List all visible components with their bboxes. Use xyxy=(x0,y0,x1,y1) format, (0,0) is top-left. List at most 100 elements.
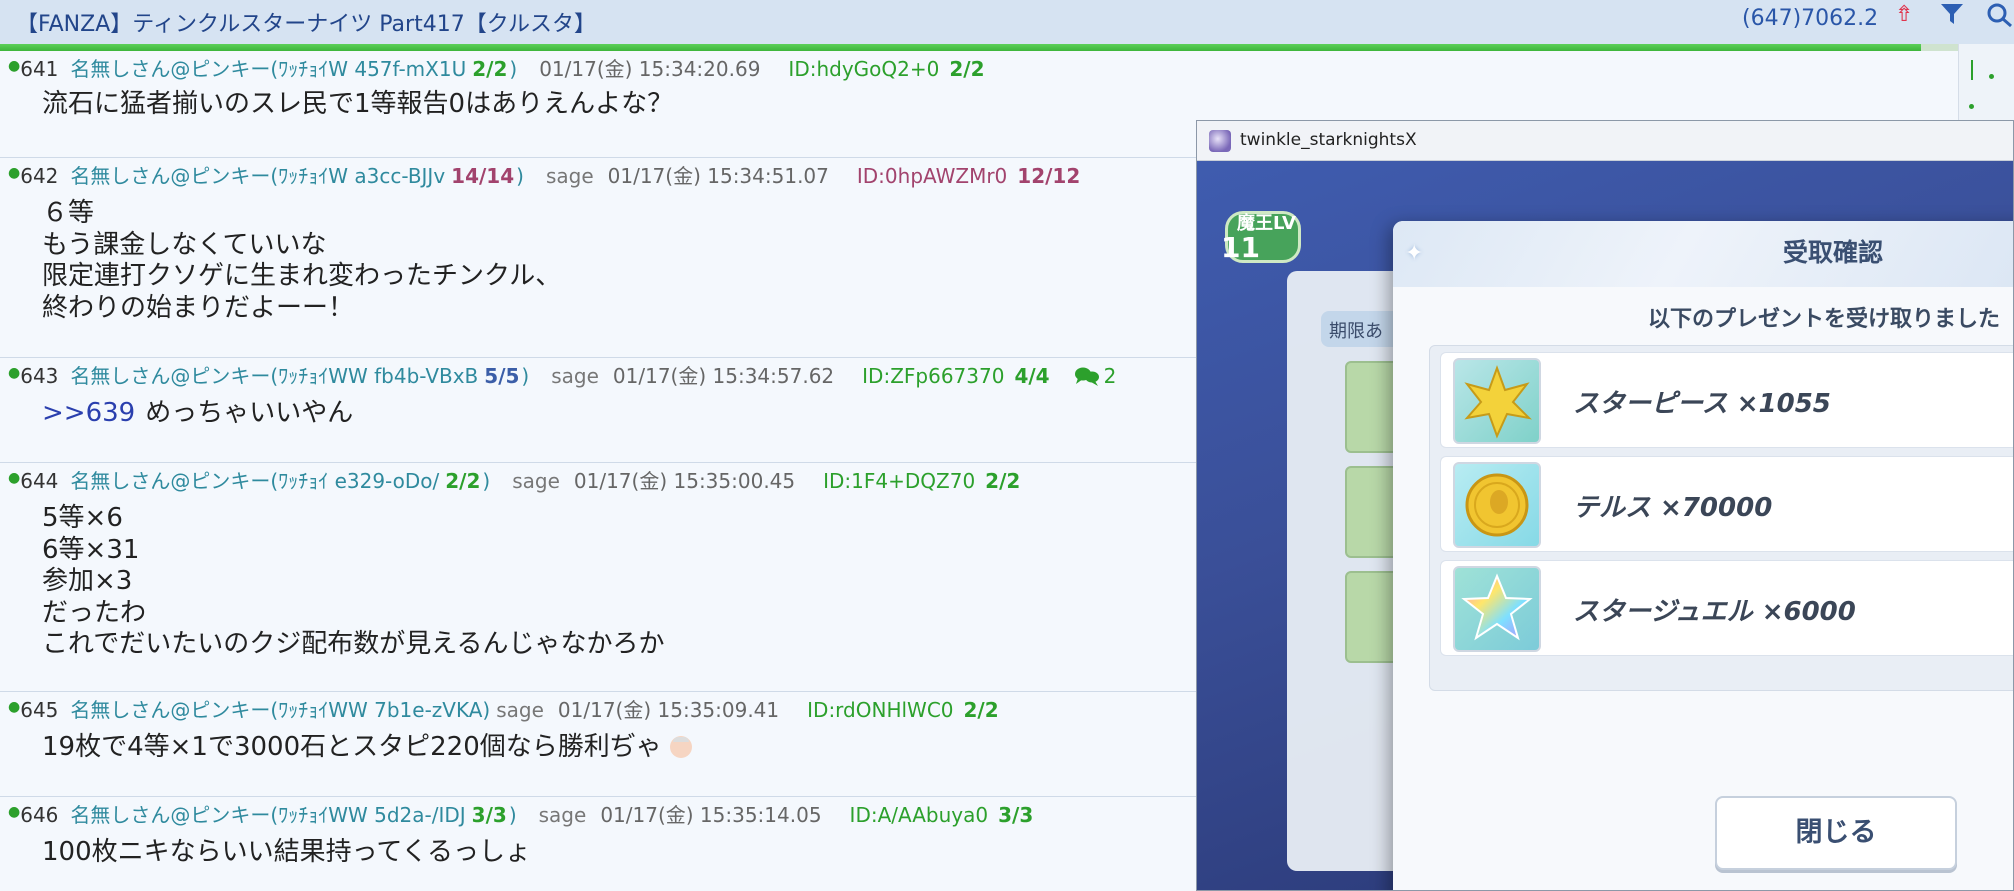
post-number[interactable]: 645 xyxy=(20,698,58,722)
filter-icon[interactable] xyxy=(1939,2,1965,26)
post-id-ratio[interactable]: 2/2 xyxy=(949,57,984,81)
level-value: 11 xyxy=(1221,231,1260,264)
post-count[interactable]: 2/2 xyxy=(445,469,480,493)
post-number[interactable]: 642 xyxy=(20,164,58,188)
scroll-progress-bar xyxy=(0,44,1960,51)
post-line: 6等×31 xyxy=(42,534,140,565)
post-id[interactable]: ID:hdyGoQ2+0 xyxy=(788,57,939,81)
post-id[interactable]: ID:1F4+DQZ70 xyxy=(823,469,975,493)
post-header: ●645 名無しさん@ピンキー(ﾜｯﾁｮｲWW 7b1e-zVKA) sage 01/… xyxy=(8,696,1013,727)
post-line: 流石に猛者揃いのスレ民で1等報告0はありえんよな？ xyxy=(42,89,674,119)
reply-bubble-icon[interactable] xyxy=(1074,365,1100,387)
post-line: 19枚で4等×1で3000石とスタピ220個なら勝利ぢゃ xyxy=(42,732,692,764)
post-name[interactable]: 名無しさん@ピンキー(ﾜｯﾁｮｲW 457f-mX1U xyxy=(70,57,466,81)
post-sage: sage xyxy=(538,803,587,827)
post-body: 19枚で4等×1で3000石とスタピ220個なら勝利ぢゃ xyxy=(42,732,692,764)
sparkle-icon: ✦ xyxy=(1405,241,1424,266)
post-date: 01/17(金) 15:34:51.07 xyxy=(607,164,829,188)
post-bullet-icon: ● xyxy=(8,699,21,715)
post-name[interactable]: 名無しさん@ピンキー(ﾜｯﾁｮｲWW 5d2a-/IDJ xyxy=(70,803,465,827)
close-button[interactable]: 閉じる xyxy=(1715,796,1957,870)
post-line: 100枚ニキならいい結果持ってくるっしょ xyxy=(42,837,532,867)
post-name[interactable]: 名無しさん@ピンキー(ﾜｯﾁｮｲWW 7b1e-zVKA) xyxy=(70,698,490,722)
post-date: 01/17(金) 15:35:00.45 xyxy=(573,469,796,493)
post-body: 5等×6 6等×31 参加×3 だったわ これでだいたいのクジ配布数が見えるんじ… xyxy=(42,503,664,661)
post-number[interactable]: 643 xyxy=(20,364,58,388)
rail-marker xyxy=(1971,60,1973,80)
post-number[interactable]: 641 xyxy=(20,57,58,81)
post-name[interactable]: 名無しさん@ピンキー(ﾜｯﾁｮｲWW fb4b-VBxB xyxy=(70,364,478,388)
star-jewel-icon xyxy=(1453,566,1541,652)
post-count[interactable]: 14/14 xyxy=(451,164,514,188)
post-name[interactable]: 名無しさん@ピンキー(ﾜｯﾁｮｲ e329-oDo/ xyxy=(70,469,439,493)
receipt-dialog: ✦ 受取確認 以下のプレゼントを受け取りました スターピース ×1055 テルス… xyxy=(1393,221,2013,890)
post-id-ratio[interactable]: 2/2 xyxy=(985,469,1020,493)
post-id[interactable]: ID:rdONHlWC0 xyxy=(807,698,953,722)
post-name-close: ) xyxy=(521,364,530,388)
scroll-progress-fill xyxy=(0,44,1921,51)
post-date: 01/17(金) 15:34:20.69 xyxy=(539,57,761,81)
game-window-title: twinkle_starknightsX xyxy=(1240,130,1417,150)
post-id[interactable]: ID:ZFp667370 xyxy=(862,364,1004,388)
post-number[interactable]: 646 xyxy=(20,803,58,827)
post-id-ratio[interactable]: 4/4 xyxy=(1014,364,1049,388)
post-date: 01/17(金) 15:35:09.41 xyxy=(557,698,780,722)
reply-count[interactable]: 2 xyxy=(1104,364,1117,388)
post-body: >>639 めっちゃいいやん xyxy=(42,398,353,430)
post-sage: sage xyxy=(551,364,599,388)
thread-title: 【FANZA】ティンクルスターナイツ Part417【クルスタ】 xyxy=(16,12,597,37)
post-line: >>639 めっちゃいいやん xyxy=(42,398,353,430)
game-window[interactable]: twinkle_starknightsX 魔王LV 11 期限あ ✦ 受取確認 … xyxy=(1196,120,2014,891)
thread-header: 【FANZA】ティンクルスターナイツ Part417【クルスタ】 (647)70… xyxy=(0,0,2014,46)
post-line: 限定連打クソゲに生まれ変わったチンクル、 xyxy=(42,261,562,291)
post-id[interactable]: ID:A/AAbuya0 xyxy=(850,803,989,827)
post-sage: sage xyxy=(545,164,594,188)
post-name-close: ) xyxy=(516,164,524,188)
post-line: もう課金しなくていいな xyxy=(42,229,327,260)
thread-count: (647)7062.2 xyxy=(1742,6,1879,31)
post-sage: sage xyxy=(496,698,544,722)
rail-marker xyxy=(1989,74,1994,79)
post-header: ●643 名無しさん@ピンキー(ﾜｯﾁｮｲWW fb4b-VBxB 5/5) sage… xyxy=(8,362,1130,393)
post-bullet-icon: ● xyxy=(8,470,21,486)
post-id-ratio[interactable]: 2/2 xyxy=(964,698,999,722)
post-body: 100枚ニキならいい結果持ってくるっしょ xyxy=(42,837,531,869)
post-bullet-icon: ● xyxy=(8,365,21,381)
reward-label: スタージュエル ×6000 xyxy=(1573,597,1856,627)
post-line-text: 19枚で4等×1で3000石とスタピ220個なら勝利ぢゃ xyxy=(42,732,662,762)
post-id-ratio[interactable]: 3/3 xyxy=(998,803,1033,827)
post-name-close: ) xyxy=(482,469,491,493)
post-count[interactable]: 2/2 xyxy=(472,57,507,81)
reward-label: テルス ×70000 xyxy=(1573,493,1773,523)
post-name[interactable]: 名無しさん@ピンキー(ﾜｯﾁｮｲW a3cc-BJJv xyxy=(70,164,445,188)
dialog-header: ✦ 受取確認 xyxy=(1393,221,2013,287)
search-icon[interactable] xyxy=(1986,2,2014,28)
reward-label: スターピース ×1055 xyxy=(1573,389,1831,419)
game-window-titlebar[interactable]: twinkle_starknightsX xyxy=(1197,121,2013,161)
double-chevron-up-icon[interactable]: ⇮ xyxy=(1895,4,1913,26)
old-man-emoji-icon xyxy=(669,736,692,758)
reward-item: スタージュエル ×6000 xyxy=(1440,560,2013,656)
dialog-subtitle: 以下のプレゼントを受け取りました xyxy=(1648,307,2001,332)
post-bullet-icon: ● xyxy=(8,804,21,820)
post-line: 終わりの始まりだよーー！ xyxy=(42,292,355,323)
star-piece-icon xyxy=(1453,358,1541,444)
app: 【FANZA】ティンクルスターナイツ Part417【クルスタ】 (647)70… xyxy=(0,0,2014,891)
post-count[interactable]: 5/5 xyxy=(484,364,519,388)
post-bullet-icon: ● xyxy=(8,165,21,181)
app-icon xyxy=(1209,130,1231,152)
post-count[interactable]: 3/3 xyxy=(472,803,507,827)
post-id[interactable]: ID:0hpAWZMr0 xyxy=(857,164,1007,188)
post-bullet-icon: ● xyxy=(8,58,21,74)
reward-list[interactable]: スターピース ×1055 テルス ×70000 スタージュエル ×6000 xyxy=(1429,345,2013,691)
reply-anchor-link[interactable]: >>639 xyxy=(42,398,135,428)
post-line: これでだいたいのクジ配布数が見えるんじゃなかろか xyxy=(42,629,665,659)
post-number[interactable]: 644 xyxy=(20,469,58,493)
post-sage: sage xyxy=(512,469,560,493)
post-id-ratio[interactable]: 12/12 xyxy=(1017,164,1080,188)
post-date: 01/17(金) 15:35:14.05 xyxy=(600,803,822,827)
post-line-text: めっちゃいいやん xyxy=(145,398,354,428)
post-header: ●641 名無しさん@ピンキー(ﾜｯﾁｮｲW 457f-mX1U 2/2) 01/17… xyxy=(8,55,999,86)
post-header: ●642 名無しさん@ピンキー(ﾜｯﾁｮｲW a3cc-BJJv 14/14) sag… xyxy=(8,162,1094,193)
game-screen[interactable]: 魔王LV 11 期限あ ✦ 受取確認 以下のプレゼントを受け取りました スターピ… xyxy=(1197,161,2013,890)
